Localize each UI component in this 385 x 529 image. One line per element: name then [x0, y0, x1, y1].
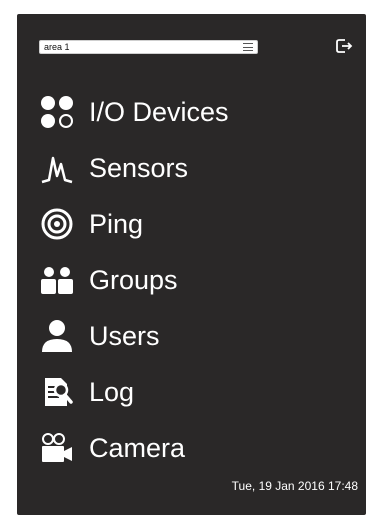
- logout-icon[interactable]: [333, 36, 353, 56]
- hamburger-icon: [243, 43, 253, 51]
- nav-item-camera[interactable]: Camera: [37, 420, 337, 476]
- side-menu-panel: area 1 I/O Devices Sensors Ping Groups U…: [17, 14, 366, 515]
- main-nav: I/O Devices Sensors Ping Groups Users Lo…: [37, 84, 337, 476]
- nav-item-io-devices[interactable]: I/O Devices: [37, 84, 337, 140]
- area-select-value: area 1: [44, 42, 70, 52]
- user-icon: [37, 316, 77, 356]
- nav-item-label: Camera: [89, 433, 186, 463]
- sensor-icon: [37, 148, 77, 188]
- top-bar: area 1: [39, 39, 357, 64]
- nav-item-log[interactable]: Log: [37, 364, 337, 420]
- io-devices-icon: [37, 92, 77, 132]
- groups-icon: [37, 260, 77, 300]
- ping-icon: [37, 204, 77, 244]
- status-datetime: Tue, 19 Jan 2016 17:48: [231, 479, 358, 493]
- nav-item-label: I/O Devices: [89, 97, 229, 127]
- nav-item-users[interactable]: Users: [37, 308, 337, 364]
- nav-item-groups[interactable]: Groups: [37, 252, 337, 308]
- nav-item-sensors[interactable]: Sensors: [37, 140, 337, 196]
- nav-item-label: Users: [89, 321, 160, 351]
- area-select[interactable]: area 1: [39, 40, 258, 54]
- nav-item-label: Groups: [89, 265, 178, 295]
- nav-item-ping[interactable]: Ping: [37, 196, 337, 252]
- log-icon: [37, 372, 77, 412]
- nav-item-label: Ping: [89, 209, 144, 239]
- nav-item-label: Sensors: [89, 153, 189, 183]
- nav-item-label: Log: [89, 377, 135, 407]
- camera-icon: [37, 428, 77, 468]
